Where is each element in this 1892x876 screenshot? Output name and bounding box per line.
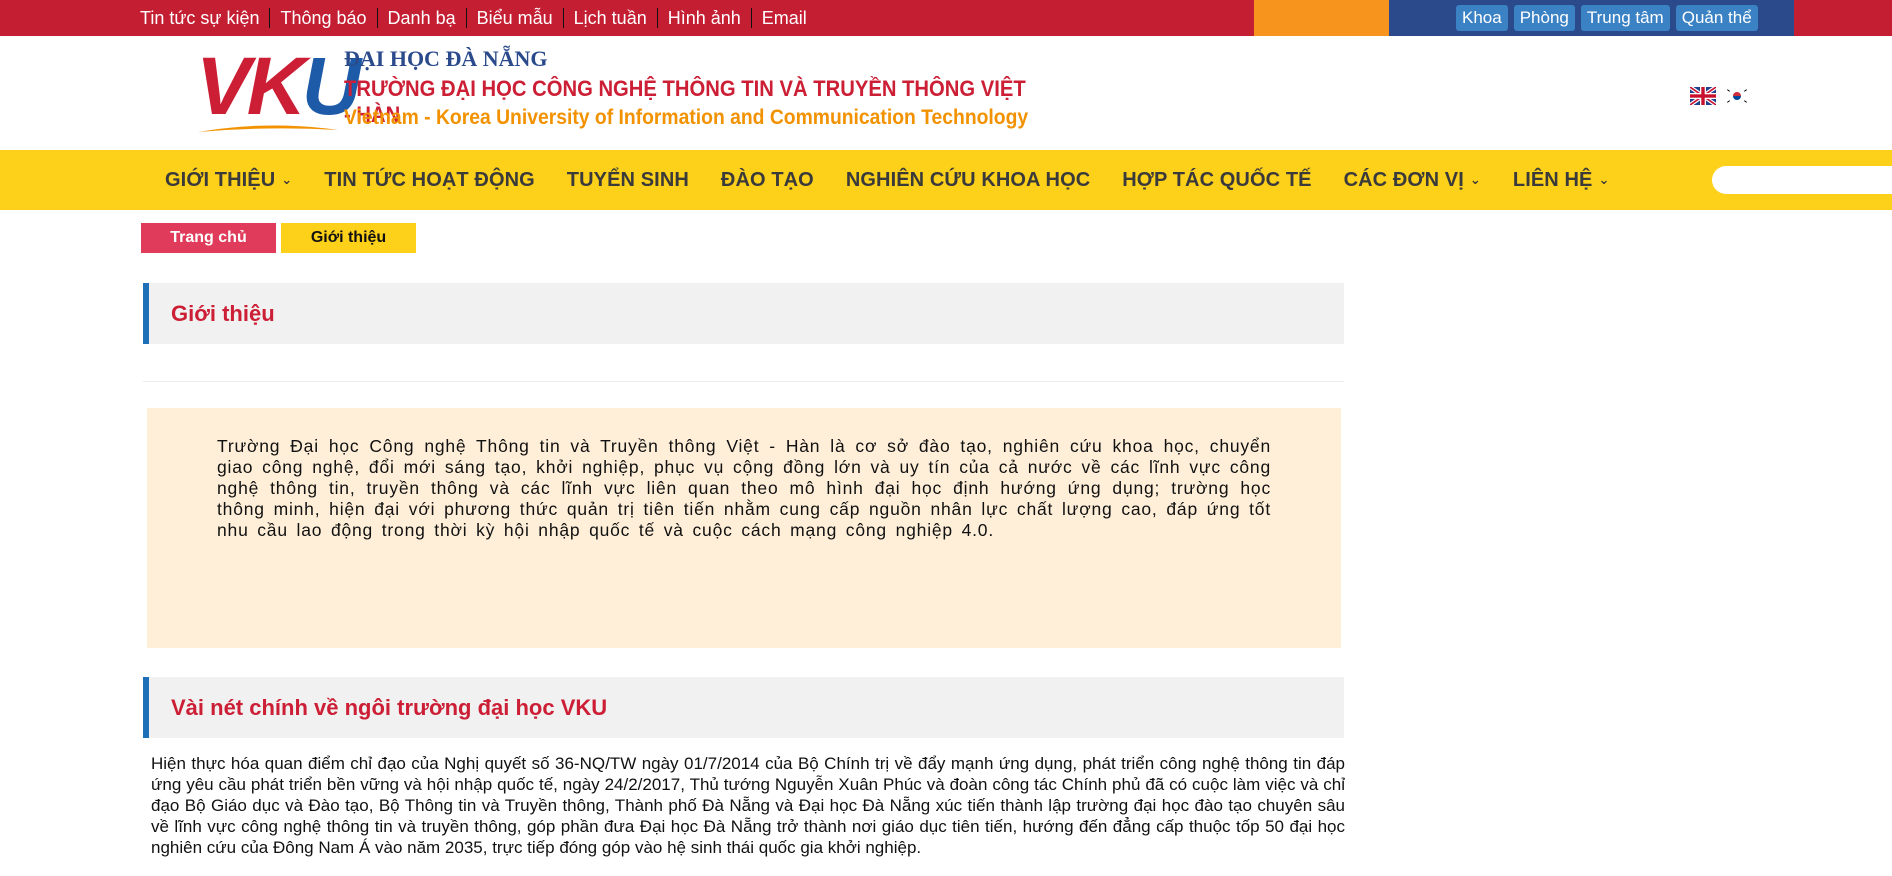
nav-item-admissions[interactable]: TUYỂN SINH	[567, 169, 689, 192]
section-heading-overview: Vài nét chính về ngôi trường đại học VKU	[143, 677, 1344, 738]
language-switcher	[1690, 87, 1750, 105]
site-logo[interactable]: VKU ĐẠI HỌC ĐÀ NẴNG TRƯỜNG ĐẠI HỌC CÔNG …	[196, 44, 1096, 132]
overview-paragraph: Hiện thực hóa quan điểm chỉ đạo của Nghị…	[151, 754, 1345, 857]
nav-item-contact[interactable]: LIÊN HỆ ⌄	[1513, 169, 1610, 192]
logo-swoosh-icon	[198, 125, 338, 132]
intro-text: Trường Đại học Công nghệ Thông tin và Tr…	[217, 436, 1271, 540]
breadcrumb-home[interactable]: Trang chủ	[141, 223, 276, 253]
korea-flag-icon[interactable]	[1724, 87, 1750, 105]
top-link-notices[interactable]: Thông báo	[269, 8, 376, 28]
nav-item-news[interactable]: TIN TỨC HOẠT ĐỘNG	[324, 169, 535, 192]
unit-buttons: Khoa Phòng Trung tâm Quản thể	[1456, 5, 1758, 31]
top-link-news[interactable]: Tin tức sự kiện	[140, 8, 269, 28]
unit-button-faculty[interactable]: Khoa	[1456, 5, 1508, 31]
top-links: Tin tức sự kiện Thông báo Danh bạ Biểu m…	[140, 0, 817, 36]
chevron-down-icon: ⌄	[1598, 172, 1610, 187]
logo-mark: VKU	[196, 41, 361, 132]
nav-item-research[interactable]: NGHIÊN CỨU KHOA HỌC	[846, 169, 1090, 192]
breadcrumb-current: Giới thiệu	[281, 223, 416, 253]
top-link-gallery[interactable]: Hình ảnh	[656, 8, 751, 28]
intro-box: Trường Đại học Công nghệ Thông tin và Tr…	[147, 408, 1341, 648]
nav-item-units[interactable]: CÁC ĐƠN VỊ ⌄	[1344, 169, 1481, 192]
logo-school-name-en: Vietnam - Korea University of Informatio…	[344, 106, 1029, 129]
search-input[interactable]	[1712, 166, 1892, 194]
top-link-forms[interactable]: Biểu mẫu	[465, 8, 563, 28]
main-nav: GIỚI THIỆU ⌄ TIN TỨC HOẠT ĐỘNG TUYỂN SIN…	[0, 150, 1892, 210]
top-link-email[interactable]: Email	[750, 8, 817, 28]
top-link-directory[interactable]: Danh bạ	[376, 8, 466, 28]
top-link-schedule[interactable]: Lịch tuần	[562, 8, 657, 28]
uk-flag-icon[interactable]	[1690, 87, 1716, 105]
logo-university-name: ĐẠI HỌC ĐÀ NẴNG	[344, 46, 548, 71]
chevron-down-icon: ⌄	[281, 172, 293, 187]
divider	[143, 381, 1344, 382]
unit-button-office[interactable]: Phòng	[1513, 5, 1575, 31]
section-heading-about: Giới thiệu	[143, 283, 1344, 344]
chevron-down-icon: ⌄	[1469, 172, 1481, 187]
nav-item-international[interactable]: HỢP TÁC QUỐC TẾ	[1122, 169, 1311, 192]
top-bar-orange-block	[1254, 0, 1389, 36]
nav-item-education[interactable]: ĐÀO TẠO	[721, 169, 814, 192]
unit-button-center[interactable]: Trung tâm	[1580, 5, 1670, 31]
unit-button-admin[interactable]: Quản thể	[1675, 5, 1758, 31]
nav-item-about[interactable]: GIỚI THIỆU ⌄	[165, 169, 292, 192]
